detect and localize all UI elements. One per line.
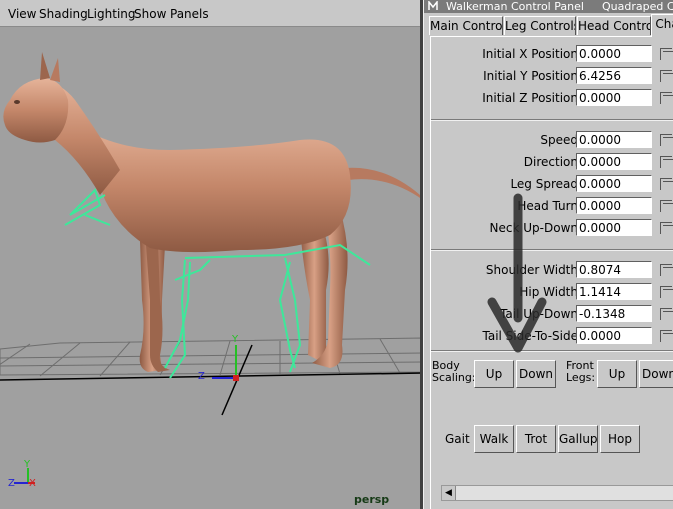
front-legs-down-button[interactable]: Down — [639, 360, 673, 388]
view-axis-indicator: Y Z X — [8, 459, 36, 489]
app-icon — [428, 1, 438, 10]
tab-head-control[interactable]: Head Control — [577, 16, 651, 35]
initial-x-label: Initial X Position — [482, 47, 578, 61]
panel-title-bar[interactable]: Walkerman Control Panel Quadraped C — [424, 0, 673, 13]
separator — [431, 249, 673, 251]
panel-title: Walkerman Control Panel — [446, 0, 584, 13]
gait-hop-button[interactable]: Hop — [600, 425, 640, 453]
tail-side-to-side-label: Tail Side-To-Side — [482, 329, 579, 343]
ground-grid — [0, 337, 423, 377]
leg-spread-field[interactable] — [576, 175, 652, 192]
tail-up-down-label: Tail Up-Down — [500, 307, 578, 321]
speed-slider[interactable] — [660, 134, 673, 146]
initial-x-field[interactable] — [576, 45, 652, 62]
menu-view[interactable]: View — [8, 7, 36, 21]
horse-model — [3, 52, 423, 372]
gait-label: Gait — [445, 432, 470, 446]
hip-width-slider[interactable] — [660, 286, 673, 298]
tail-up-down-slider[interactable] — [660, 308, 673, 320]
initial-x-slider[interactable] — [660, 48, 673, 60]
tab-leg-controls[interactable]: Leg Controls — [504, 16, 576, 35]
origin-z-label: Z — [198, 371, 205, 382]
body-scaling-label: Body Scaling: — [432, 360, 476, 384]
speed-label: Speed — [540, 133, 578, 147]
neck-up-down-field[interactable] — [576, 219, 652, 236]
tab-bar: Main Controls Leg Controls Head Control … — [424, 13, 673, 37]
body-scaling-label-line2: Scaling: — [432, 371, 476, 384]
initial-y-label: Initial Y Position — [483, 69, 578, 83]
initial-y-slider[interactable] — [660, 70, 673, 82]
leg-spread-slider[interactable] — [660, 178, 673, 190]
hip-width-label: Hip Width — [519, 285, 578, 299]
separator — [431, 119, 673, 121]
gait-walk-button[interactable]: Walk — [474, 425, 514, 453]
head-turn-slider[interactable] — [660, 200, 673, 212]
direction-label: Direction — [523, 155, 578, 169]
menu-lighting[interactable]: Lighting — [87, 7, 136, 21]
body-scaling-down-button[interactable]: Down — [516, 360, 556, 388]
initial-z-label: Initial Z Position — [482, 91, 578, 105]
perspective-viewport[interactable]: View Shading Lighting Show Panels Y Z Y … — [0, 0, 423, 509]
shoulder-width-label: Shoulder Width — [485, 263, 578, 277]
menu-panels[interactable]: Panels — [170, 7, 209, 21]
shoulder-width-field[interactable] — [576, 261, 652, 278]
head-turn-field[interactable] — [576, 197, 652, 214]
separator — [431, 350, 673, 352]
front-legs-label-line2: Legs: — [566, 371, 596, 384]
gait-gallup-button[interactable]: Gallup — [558, 425, 598, 453]
camera-label: persp — [354, 493, 390, 506]
panel-subtitle: Quadraped C — [602, 0, 673, 13]
shoulder-width-slider[interactable] — [660, 264, 673, 276]
front-legs-up-button[interactable]: Up — [597, 360, 637, 388]
initial-y-field[interactable] — [576, 67, 652, 84]
tail-up-down-field[interactable] — [576, 305, 652, 322]
horizontal-scrollbar[interactable]: ◀ — [441, 485, 673, 501]
viewport-menu-bar: View Shading Lighting Show Panels — [0, 0, 423, 27]
initial-z-field[interactable] — [576, 89, 652, 106]
leg-spread-label: Leg Spread — [510, 177, 578, 191]
neck-up-down-label: Neck Up-Down — [489, 221, 578, 235]
tail-side-to-side-field[interactable] — [576, 327, 652, 344]
tab-character[interactable]: Cha — [651, 14, 673, 37]
body-scaling-up-button[interactable]: Up — [474, 360, 514, 388]
direction-field[interactable] — [576, 153, 652, 170]
view-axis-x-label: X — [29, 478, 36, 489]
tab-content: Initial X Position Initial Y Position In… — [430, 36, 673, 509]
tab-main-controls[interactable]: Main Controls — [429, 16, 503, 35]
view-axis-z-label: Z — [8, 478, 15, 489]
speed-field[interactable] — [576, 131, 652, 148]
hip-width-field[interactable] — [576, 283, 652, 300]
initial-z-slider[interactable] — [660, 92, 673, 104]
walkerman-control-panel: Walkerman Control Panel Quadraped C Main… — [423, 0, 673, 509]
direction-slider[interactable] — [660, 156, 673, 168]
menu-shading[interactable]: Shading — [39, 7, 88, 21]
scroll-left-arrow-icon[interactable]: ◀ — [442, 486, 456, 500]
tail-side-to-side-slider[interactable] — [660, 330, 673, 342]
view-axis-y-label: Y — [23, 459, 31, 470]
menu-show[interactable]: Show — [134, 7, 166, 21]
origin-y-label: Y — [231, 334, 239, 345]
front-legs-label: Front Legs: — [566, 360, 595, 384]
viewport-canvas[interactable]: Y Z Y Z X — [0, 27, 423, 509]
neck-up-down-slider[interactable] — [660, 222, 673, 234]
head-turn-label: Head Turn — [517, 199, 578, 213]
gait-trot-button[interactable]: Trot — [516, 425, 556, 453]
